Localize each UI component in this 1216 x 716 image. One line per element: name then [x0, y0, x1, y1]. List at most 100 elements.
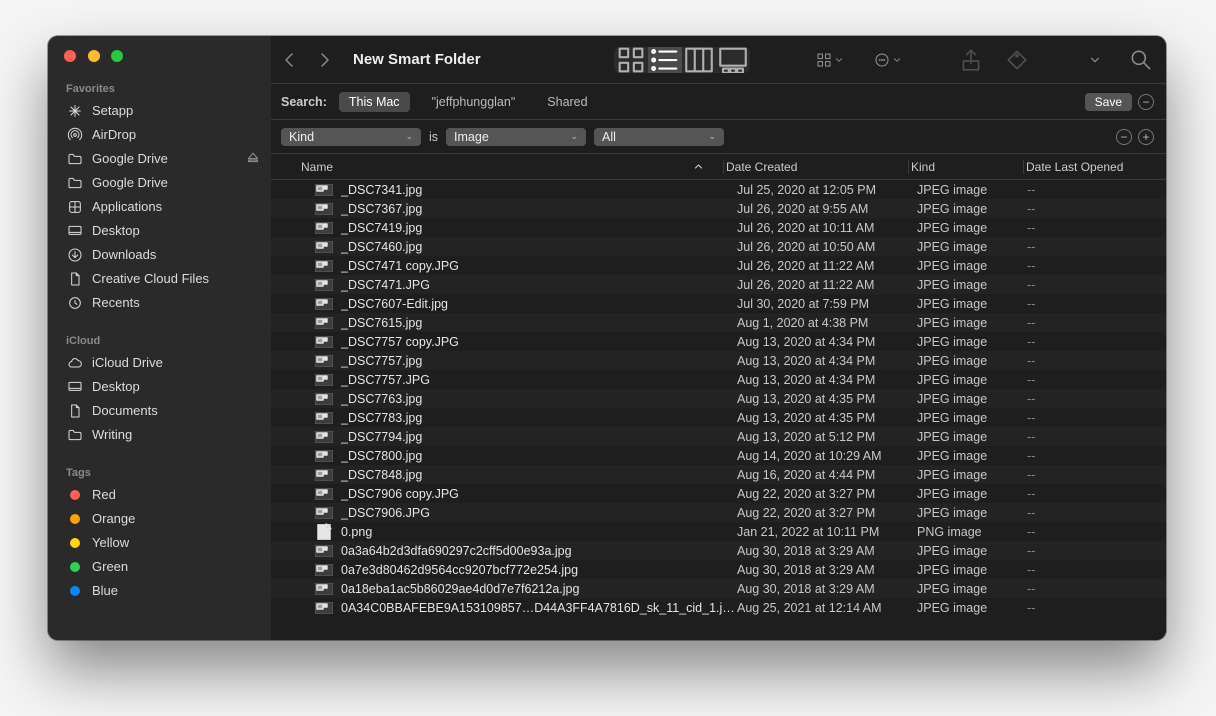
- file-kind: JPEG image: [917, 316, 1027, 330]
- save-search-button[interactable]: Save: [1085, 93, 1132, 111]
- file-row[interactable]: _DSC7757.jpgAug 13, 2020 at 4:34 PMJPEG …: [271, 351, 1166, 370]
- sidebar-item-downloads[interactable]: Downloads: [48, 243, 271, 267]
- scope-user[interactable]: "jeffphungglan": [422, 92, 526, 112]
- asterisk-icon: [66, 102, 84, 120]
- file-row[interactable]: 0A34C0BBAFEBE9A153109857…D44A3FF4A7816D_…: [271, 598, 1166, 617]
- sidebar-item-orange[interactable]: Orange: [48, 507, 271, 531]
- file-kind: JPEG image: [917, 468, 1027, 482]
- file-row[interactable]: _DSC7794.jpgAug 13, 2020 at 5:12 PMJPEG …: [271, 427, 1166, 446]
- action-menu-button[interactable]: [868, 47, 906, 73]
- file-name: _DSC7419.jpg: [341, 221, 737, 235]
- file-thumbnail-icon: [315, 278, 333, 292]
- criteria-value-dropdown[interactable]: Image⌄: [446, 128, 586, 146]
- hide-criteria-button[interactable]: −: [1138, 94, 1154, 110]
- file-row[interactable]: _DSC7471 copy.JPGJul 26, 2020 at 11:22 A…: [271, 256, 1166, 275]
- file-row[interactable]: 0.pngJan 21, 2022 at 10:11 PMPNG image--: [271, 522, 1166, 541]
- sidebar-item-green[interactable]: Green: [48, 555, 271, 579]
- file-row[interactable]: _DSC7800.jpgAug 14, 2020 at 10:29 AMJPEG…: [271, 446, 1166, 465]
- file-name: _DSC7757.JPG: [341, 373, 737, 387]
- file-row[interactable]: _DSC7848.jpgAug 16, 2020 at 4:44 PMJPEG …: [271, 465, 1166, 484]
- criteria-attribute-dropdown[interactable]: Kind⌄: [281, 128, 421, 146]
- file-name: _DSC7607-Edit.jpg: [341, 297, 737, 311]
- file-row[interactable]: _DSC7906 copy.JPGAug 22, 2020 at 3:27 PM…: [271, 484, 1166, 503]
- file-row[interactable]: 0a7e3d80462d9564cc9207bcf772e254.jpgAug …: [271, 560, 1166, 579]
- sidebar-item-icloud-drive[interactable]: iCloud Drive: [48, 351, 271, 375]
- column-header-date-last-opened[interactable]: Date Last Opened: [1026, 160, 1166, 174]
- sidebar-item-google-drive[interactable]: Google Drive: [48, 171, 271, 195]
- file-kind: JPEG image: [917, 183, 1027, 197]
- criteria-extra-dropdown[interactable]: All⌄: [594, 128, 724, 146]
- criteria-value-label: Image: [454, 130, 489, 144]
- view-gallery-button[interactable]: [716, 47, 750, 73]
- forward-button[interactable]: [313, 48, 337, 72]
- file-kind: JPEG image: [917, 601, 1027, 615]
- sidebar-item-yellow[interactable]: Yellow: [48, 531, 271, 555]
- back-button[interactable]: [277, 48, 301, 72]
- view-list-button[interactable]: [648, 47, 682, 73]
- sidebar-item-red[interactable]: Red: [48, 483, 271, 507]
- sidebar-item-applications[interactable]: Applications: [48, 195, 271, 219]
- file-date-created: Jul 30, 2020 at 7:59 PM: [737, 297, 917, 311]
- file-row[interactable]: _DSC7367.jpgJul 26, 2020 at 9:55 AMJPEG …: [271, 199, 1166, 218]
- file-row[interactable]: _DSC7763.jpgAug 13, 2020 at 4:35 PMJPEG …: [271, 389, 1166, 408]
- sidebar-item-label: Red: [92, 486, 116, 504]
- file-thumbnail-icon: [315, 544, 333, 558]
- criteria-extra-label: All: [602, 130, 616, 144]
- folder-icon: [66, 150, 84, 168]
- file-name: _DSC7367.jpg: [341, 202, 737, 216]
- file-row[interactable]: _DSC7471.JPGJul 26, 2020 at 11:22 AMJPEG…: [271, 275, 1166, 294]
- view-icons-button[interactable]: [614, 47, 648, 73]
- column-header-date-created[interactable]: Date Created: [726, 160, 906, 174]
- sidebar-item-recents[interactable]: Recents: [48, 291, 271, 315]
- file-row[interactable]: _DSC7607-Edit.jpgJul 30, 2020 at 7:59 PM…: [271, 294, 1166, 313]
- file-row[interactable]: 0a18eba1ac5b86029ae4d0d7e7f6212a.jpgAug …: [271, 579, 1166, 598]
- search-button[interactable]: [1128, 47, 1154, 73]
- window-title: New Smart Folder: [353, 51, 481, 68]
- share-button[interactable]: [958, 47, 984, 73]
- sidebar-item-label: Writing: [92, 426, 132, 444]
- add-criteria-button[interactable]: +: [1138, 129, 1154, 145]
- minimize-window-button[interactable]: [88, 50, 100, 62]
- file-list: _DSC7341.jpgJul 25, 2020 at 12:05 PMJPEG…: [271, 180, 1166, 640]
- scope-this-mac[interactable]: This Mac: [339, 92, 410, 112]
- file-row[interactable]: _DSC7906.JPGAug 22, 2020 at 3:27 PMJPEG …: [271, 503, 1166, 522]
- sidebar-item-writing[interactable]: Writing: [48, 423, 271, 447]
- file-row[interactable]: _DSC7757 copy.JPGAug 13, 2020 at 4:34 PM…: [271, 332, 1166, 351]
- file-kind: JPEG image: [917, 335, 1027, 349]
- eject-icon[interactable]: [247, 150, 259, 168]
- sidebar-item-google-drive[interactable]: Google Drive: [48, 147, 271, 171]
- file-name: _DSC7800.jpg: [341, 449, 737, 463]
- sidebar-item-label: Applications: [92, 198, 162, 216]
- sidebar-item-desktop[interactable]: Desktop: [48, 219, 271, 243]
- file-row[interactable]: _DSC7460.jpgJul 26, 2020 at 10:50 AMJPEG…: [271, 237, 1166, 256]
- sidebar-item-creative-cloud-files[interactable]: Creative Cloud Files: [48, 267, 271, 291]
- sidebar-item-documents[interactable]: Documents: [48, 399, 271, 423]
- file-row[interactable]: _DSC7615.jpgAug 1, 2020 at 4:38 PMJPEG i…: [271, 313, 1166, 332]
- file-row[interactable]: _DSC7757.JPGAug 13, 2020 at 4:34 PMJPEG …: [271, 370, 1166, 389]
- column-header-name[interactable]: Name: [301, 160, 721, 174]
- remove-criteria-button[interactable]: −: [1116, 129, 1132, 145]
- file-date-last-opened: --: [1027, 354, 1166, 368]
- sidebar-item-desktop[interactable]: Desktop: [48, 375, 271, 399]
- file-row[interactable]: _DSC7419.jpgJul 26, 2020 at 10:11 AMJPEG…: [271, 218, 1166, 237]
- file-thumbnail-icon: [315, 392, 333, 406]
- toolbar-overflow-button[interactable]: [1082, 47, 1108, 73]
- sidebar-item-blue[interactable]: Blue: [48, 579, 271, 603]
- file-thumbnail-icon: [315, 354, 333, 368]
- file-thumbnail-icon: [315, 373, 333, 387]
- sidebar-item-airdrop[interactable]: AirDrop: [48, 123, 271, 147]
- view-columns-button[interactable]: [682, 47, 716, 73]
- close-window-button[interactable]: [64, 50, 76, 62]
- file-row[interactable]: _DSC7783.jpgAug 13, 2020 at 4:35 PMJPEG …: [271, 408, 1166, 427]
- group-by-button[interactable]: [810, 47, 848, 73]
- file-row[interactable]: 0a3a64b2d3dfa690297c2cff5d00e93a.jpgAug …: [271, 541, 1166, 560]
- zoom-window-button[interactable]: [111, 50, 123, 62]
- sidebar: Favorites SetappAirDropGoogle DriveGoogl…: [48, 36, 271, 640]
- edit-tags-button[interactable]: [1004, 47, 1030, 73]
- sidebar-item-setapp[interactable]: Setapp: [48, 99, 271, 123]
- scope-shared[interactable]: Shared: [537, 92, 597, 112]
- column-header-kind[interactable]: Kind: [911, 160, 1021, 174]
- file-row[interactable]: _DSC7341.jpgJul 25, 2020 at 12:05 PMJPEG…: [271, 180, 1166, 199]
- file-kind: JPEG image: [917, 449, 1027, 463]
- file-thumbnail-icon: [315, 240, 333, 254]
